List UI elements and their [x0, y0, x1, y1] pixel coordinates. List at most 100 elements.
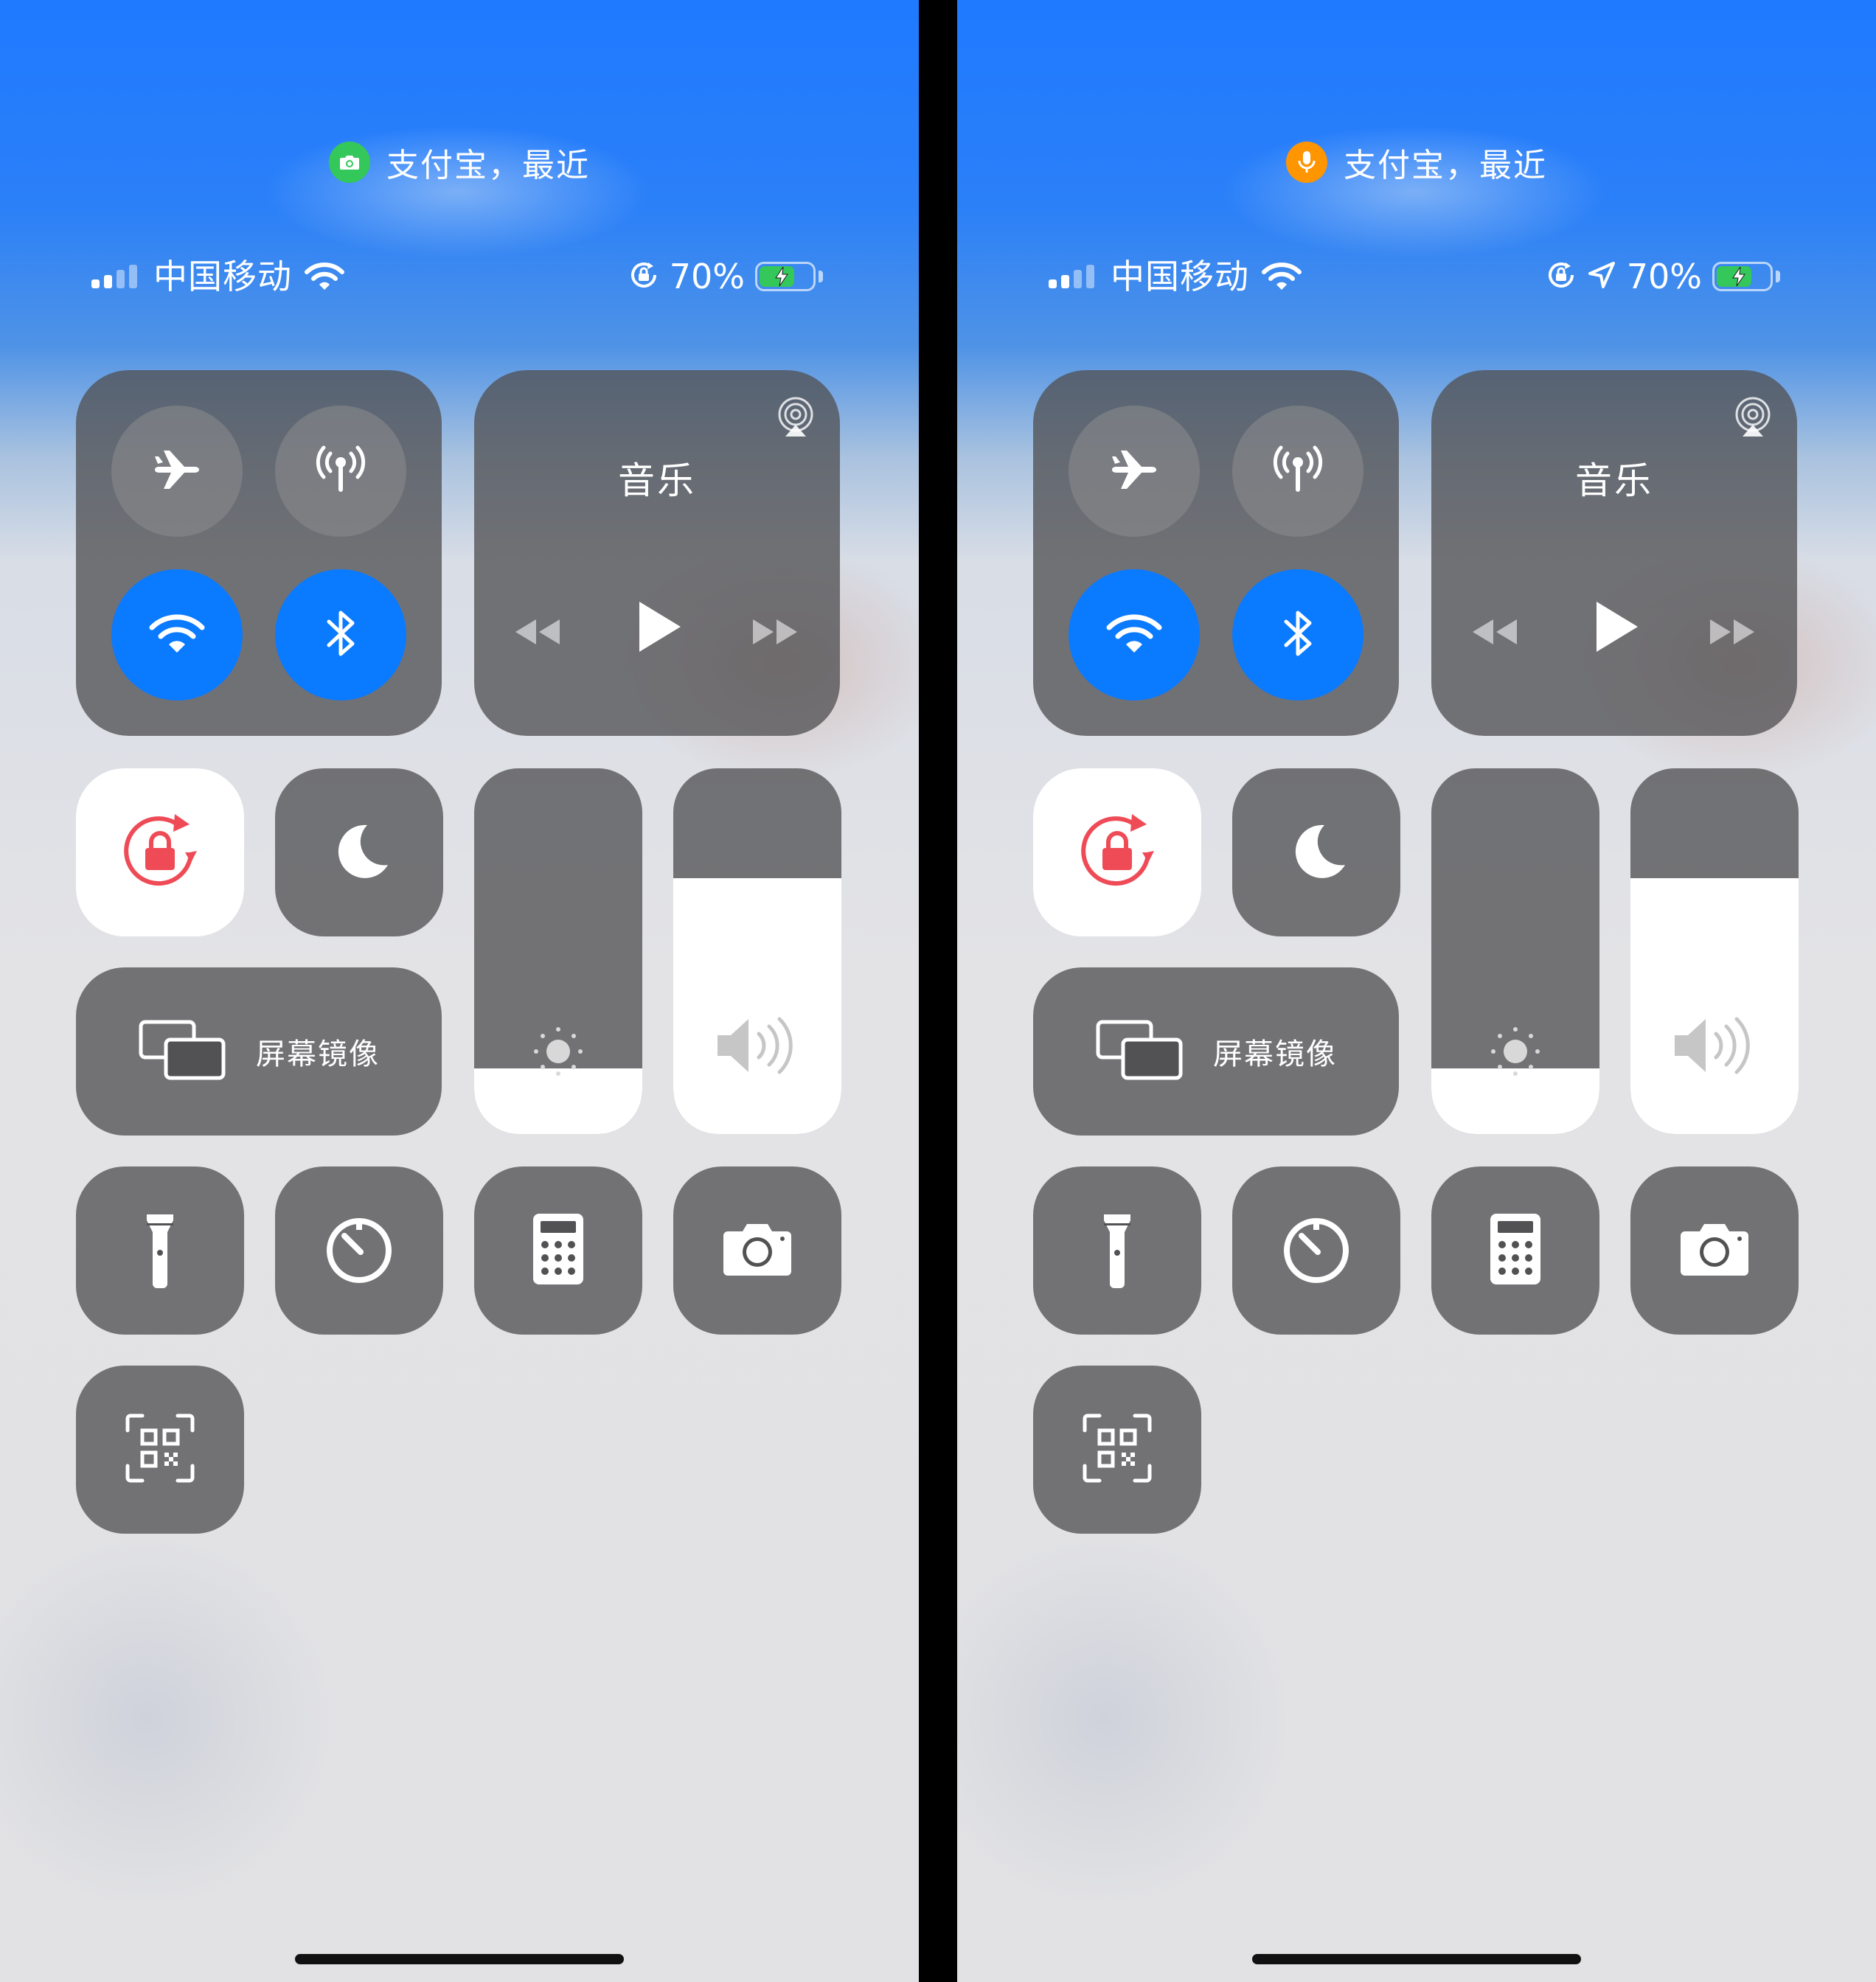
wifi-icon [304, 260, 345, 296]
status-bar: 中国移动 70% [957, 254, 1876, 299]
do-not-disturb-toggle[interactable] [1232, 768, 1400, 936]
timer-button[interactable] [1232, 1166, 1400, 1335]
screen-mirroring-icon [1095, 1019, 1184, 1084]
airplay-icon[interactable] [774, 395, 818, 442]
battery-icon [1712, 262, 1773, 291]
music-module[interactable]: 音乐 [1431, 370, 1797, 736]
flashlight-icon [1095, 1209, 1139, 1293]
qr-scanner-button[interactable] [76, 1366, 244, 1534]
cellular-data-toggle[interactable] [1232, 406, 1363, 537]
status-bar: 中国移动 70% [0, 254, 919, 299]
brightness-icon [1431, 1020, 1599, 1082]
moon-icon [1283, 818, 1349, 887]
volume-slider[interactable] [1630, 768, 1799, 1134]
timer-icon [322, 1212, 396, 1289]
privacy-indicator-text: 支付宝，最近 [386, 147, 590, 184]
calculator-button[interactable] [1431, 1166, 1599, 1335]
play-icon[interactable] [635, 599, 682, 655]
volume-level [673, 877, 841, 1134]
bluetooth-toggle[interactable] [275, 569, 406, 700]
rotation-lock-icon [628, 260, 659, 293]
privacy-indicator-text: 支付宝，最近 [1344, 147, 1547, 184]
airplane-mode-toggle[interactable] [1069, 406, 1200, 537]
timer-button[interactable] [275, 1166, 443, 1335]
play-icon[interactable] [1592, 599, 1639, 655]
connectivity-module [76, 370, 442, 736]
brightness-icon [474, 1020, 642, 1082]
rotation-lock-icon [1546, 260, 1577, 293]
camera-icon [720, 1220, 794, 1282]
rewind-icon[interactable] [511, 613, 563, 650]
carrier-name: 中国移动 [153, 257, 292, 296]
camera-icon [1678, 1220, 1751, 1282]
microphone-icon [1286, 142, 1327, 183]
bluetooth-icon [1276, 604, 1320, 666]
rewind-icon[interactable] [1468, 613, 1520, 650]
rotation-lock-icon [1076, 810, 1158, 895]
flashlight-button[interactable] [1033, 1166, 1201, 1335]
music-title: 音乐 [618, 459, 696, 502]
bluetooth-icon [319, 604, 363, 666]
camera-icon [329, 142, 370, 183]
wifi-icon [147, 610, 206, 660]
home-indicator[interactable] [1252, 1954, 1581, 1964]
do-not-disturb-toggle[interactable] [275, 768, 443, 936]
qr-scanner-button[interactable] [1033, 1366, 1201, 1534]
camera-button[interactable] [1630, 1166, 1799, 1335]
wifi-icon [1105, 610, 1164, 660]
qr-scanner-icon [125, 1413, 195, 1486]
cellular-antenna-icon [311, 440, 370, 502]
fast-forward-icon[interactable] [750, 613, 802, 650]
wifi-toggle[interactable] [1069, 569, 1200, 700]
battery-percent: 70% [1626, 257, 1702, 296]
location-icon [1587, 260, 1616, 293]
moon-icon [326, 818, 392, 887]
signal-icon [1049, 265, 1094, 288]
volume-level [1630, 877, 1799, 1134]
airplane-icon [147, 440, 206, 502]
brightness-slider[interactable] [474, 768, 642, 1134]
privacy-indicator[interactable]: 支付宝，最近 [0, 140, 919, 184]
cellular-antenna-icon [1268, 440, 1327, 502]
wifi-icon [1261, 260, 1302, 296]
speaker-icon [673, 1009, 841, 1082]
qr-scanner-icon [1082, 1413, 1153, 1486]
volume-slider[interactable] [673, 768, 841, 1134]
bluetooth-toggle[interactable] [1232, 569, 1363, 700]
privacy-indicator[interactable]: 支付宝，最近 [957, 140, 1876, 184]
battery-icon [755, 262, 816, 291]
brightness-slider[interactable] [1431, 768, 1599, 1134]
fast-forward-icon[interactable] [1707, 613, 1759, 650]
calculator-icon [532, 1212, 585, 1289]
airplay-icon[interactable] [1731, 395, 1775, 442]
music-module[interactable]: 音乐 [474, 370, 840, 736]
divider [919, 0, 957, 1982]
signal-icon [91, 265, 137, 288]
calculator-icon [1489, 1212, 1542, 1289]
music-title: 音乐 [1575, 459, 1653, 502]
rotation-lock-toggle[interactable] [1033, 768, 1201, 936]
airplane-mode-toggle[interactable] [111, 406, 243, 537]
control-center-left: 支付宝，最近 中国移动 70% 音乐 屏幕镜像 [0, 0, 919, 1982]
airplane-icon [1105, 440, 1164, 502]
battery-percent: 70% [669, 257, 745, 296]
screen-mirroring-button[interactable]: 屏幕镜像 [76, 967, 442, 1136]
speaker-icon [1630, 1009, 1799, 1082]
timer-icon [1279, 1212, 1353, 1289]
rotation-lock-icon [119, 810, 201, 895]
rotation-lock-toggle[interactable] [76, 768, 244, 936]
screen-mirroring-label: 屏幕镜像 [256, 1037, 380, 1071]
camera-button[interactable] [673, 1166, 841, 1335]
screen-mirroring-icon [138, 1019, 226, 1084]
home-indicator[interactable] [295, 1954, 624, 1964]
control-center-right: 支付宝，最近 中国移动 70% 音乐 屏幕镜像 [957, 0, 1876, 1982]
screen-mirroring-label: 屏幕镜像 [1213, 1037, 1337, 1071]
carrier-name: 中国移动 [1111, 257, 1249, 296]
flashlight-icon [138, 1209, 182, 1293]
connectivity-module [1033, 370, 1399, 736]
wifi-toggle[interactable] [111, 569, 243, 700]
flashlight-button[interactable] [76, 1166, 244, 1335]
calculator-button[interactable] [474, 1166, 642, 1335]
screen-mirroring-button[interactable]: 屏幕镜像 [1033, 967, 1399, 1136]
cellular-data-toggle[interactable] [275, 406, 406, 537]
